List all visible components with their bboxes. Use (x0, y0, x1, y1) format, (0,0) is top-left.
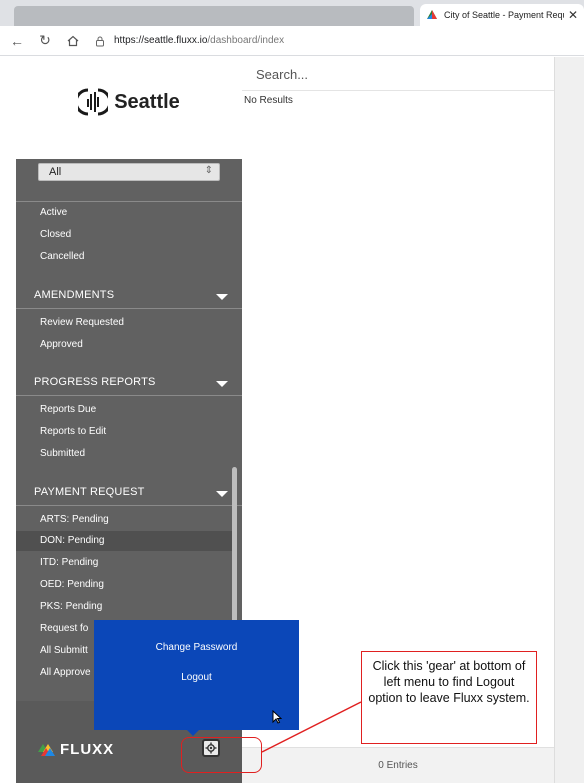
select-updown-icon: ⇕ (204, 165, 213, 176)
tab-title: City of Seattle - Payment Reques (444, 10, 564, 20)
seattle-seal-icon (78, 88, 109, 116)
divider (16, 395, 242, 396)
browser-tab-inactive[interactable] (14, 6, 414, 26)
sidebar-item-all-approved[interactable]: All Approve (40, 666, 91, 680)
sidebar-item-submitted[interactable]: Submitted (40, 447, 85, 461)
divider (16, 308, 242, 309)
sidebar-item-arts-pending[interactable]: ARTS: Pending (40, 513, 109, 527)
section-progress-reports[interactable]: PROGRESS REPORTS (34, 375, 156, 389)
browser-tab-active[interactable]: City of Seattle - Payment Reques ✕ (420, 4, 584, 26)
sidebar-item-review-requested[interactable]: Review Requested (40, 316, 124, 330)
sidebar-item-closed[interactable]: Closed (40, 228, 71, 242)
status-filter-select[interactable]: All ⇕ (38, 163, 220, 181)
user-settings-popup: Change Password Logout (94, 620, 299, 730)
sidebar-item-oed-pending[interactable]: OED: Pending (40, 578, 104, 592)
sidebar-item-request-for[interactable]: Request fo (40, 622, 88, 636)
gear-highlight-box (181, 737, 262, 773)
lock-icon (96, 36, 104, 46)
sidebar-scrollbar[interactable] (232, 467, 237, 627)
browser-tab-bar: City of Seattle - Payment Reques ✕ (0, 0, 584, 26)
sidebar-item-don-pending[interactable]: DON: Pending (40, 534, 104, 548)
sidebar-item-all-submitted[interactable]: All Submitt (40, 644, 88, 658)
caret-down-icon[interactable] (216, 294, 228, 300)
browser-address-bar: ← ↻ https://seattle.fluxx.io/dashboard/i… (0, 26, 584, 56)
right-panel-edge (554, 57, 584, 783)
filter-value: All (49, 166, 62, 178)
back-arrow-icon[interactable]: ← (6, 30, 28, 52)
entries-count: 0 Entries (378, 760, 418, 771)
url-domain: https://seattle.fluxx.io (114, 35, 208, 46)
logo-text: Seattle (114, 90, 180, 113)
caret-down-icon[interactable] (216, 491, 228, 497)
section-amendments[interactable]: AMENDMENTS (34, 288, 114, 302)
url-field[interactable]: https://seattle.fluxx.io/dashboard/index (94, 30, 284, 52)
reload-icon[interactable]: ↻ (34, 30, 56, 52)
annotation-callout: Click this 'gear' at bottom of left menu… (361, 651, 537, 744)
section-payment-request[interactable]: PAYMENT REQUEST (34, 485, 145, 499)
logout-link[interactable]: Logout (94, 672, 299, 683)
popup-pointer (186, 729, 200, 736)
no-results-text: No Results (244, 95, 293, 106)
seattle-logo[interactable]: Seattle (16, 57, 242, 147)
sidebar-item-pks-pending[interactable]: PKS: Pending (40, 600, 102, 614)
url-path: /dashboard/index (207, 35, 285, 46)
caret-down-icon[interactable] (216, 381, 228, 387)
fluxx-mark-icon (38, 743, 55, 756)
sidebar-item-reports-to-edit[interactable]: Reports to Edit (40, 425, 106, 439)
home-icon[interactable] (62, 30, 84, 52)
divider (16, 201, 242, 202)
divider (16, 505, 242, 506)
tab-close-icon[interactable]: ✕ (568, 8, 578, 22)
logo-spacer (16, 147, 242, 159)
search-input[interactable] (256, 65, 536, 83)
mouse-cursor-icon (272, 710, 282, 724)
change-password-link[interactable]: Change Password (94, 642, 299, 653)
fluxx-logo-text: FLUXX (60, 741, 115, 758)
fluxx-favicon-icon (427, 10, 437, 19)
sidebar-item-active[interactable]: Active (40, 206, 67, 220)
search-row (242, 57, 554, 91)
fluxx-logo: FLUXX (38, 741, 114, 758)
sidebar-item-reports-due[interactable]: Reports Due (40, 403, 96, 417)
entries-footer: 0 Entries (242, 747, 554, 783)
sidebar-item-approved[interactable]: Approved (40, 338, 83, 352)
sidebar-item-cancelled[interactable]: Cancelled (40, 250, 84, 264)
sidebar-item-itd-pending[interactable]: ITD: Pending (40, 556, 98, 570)
